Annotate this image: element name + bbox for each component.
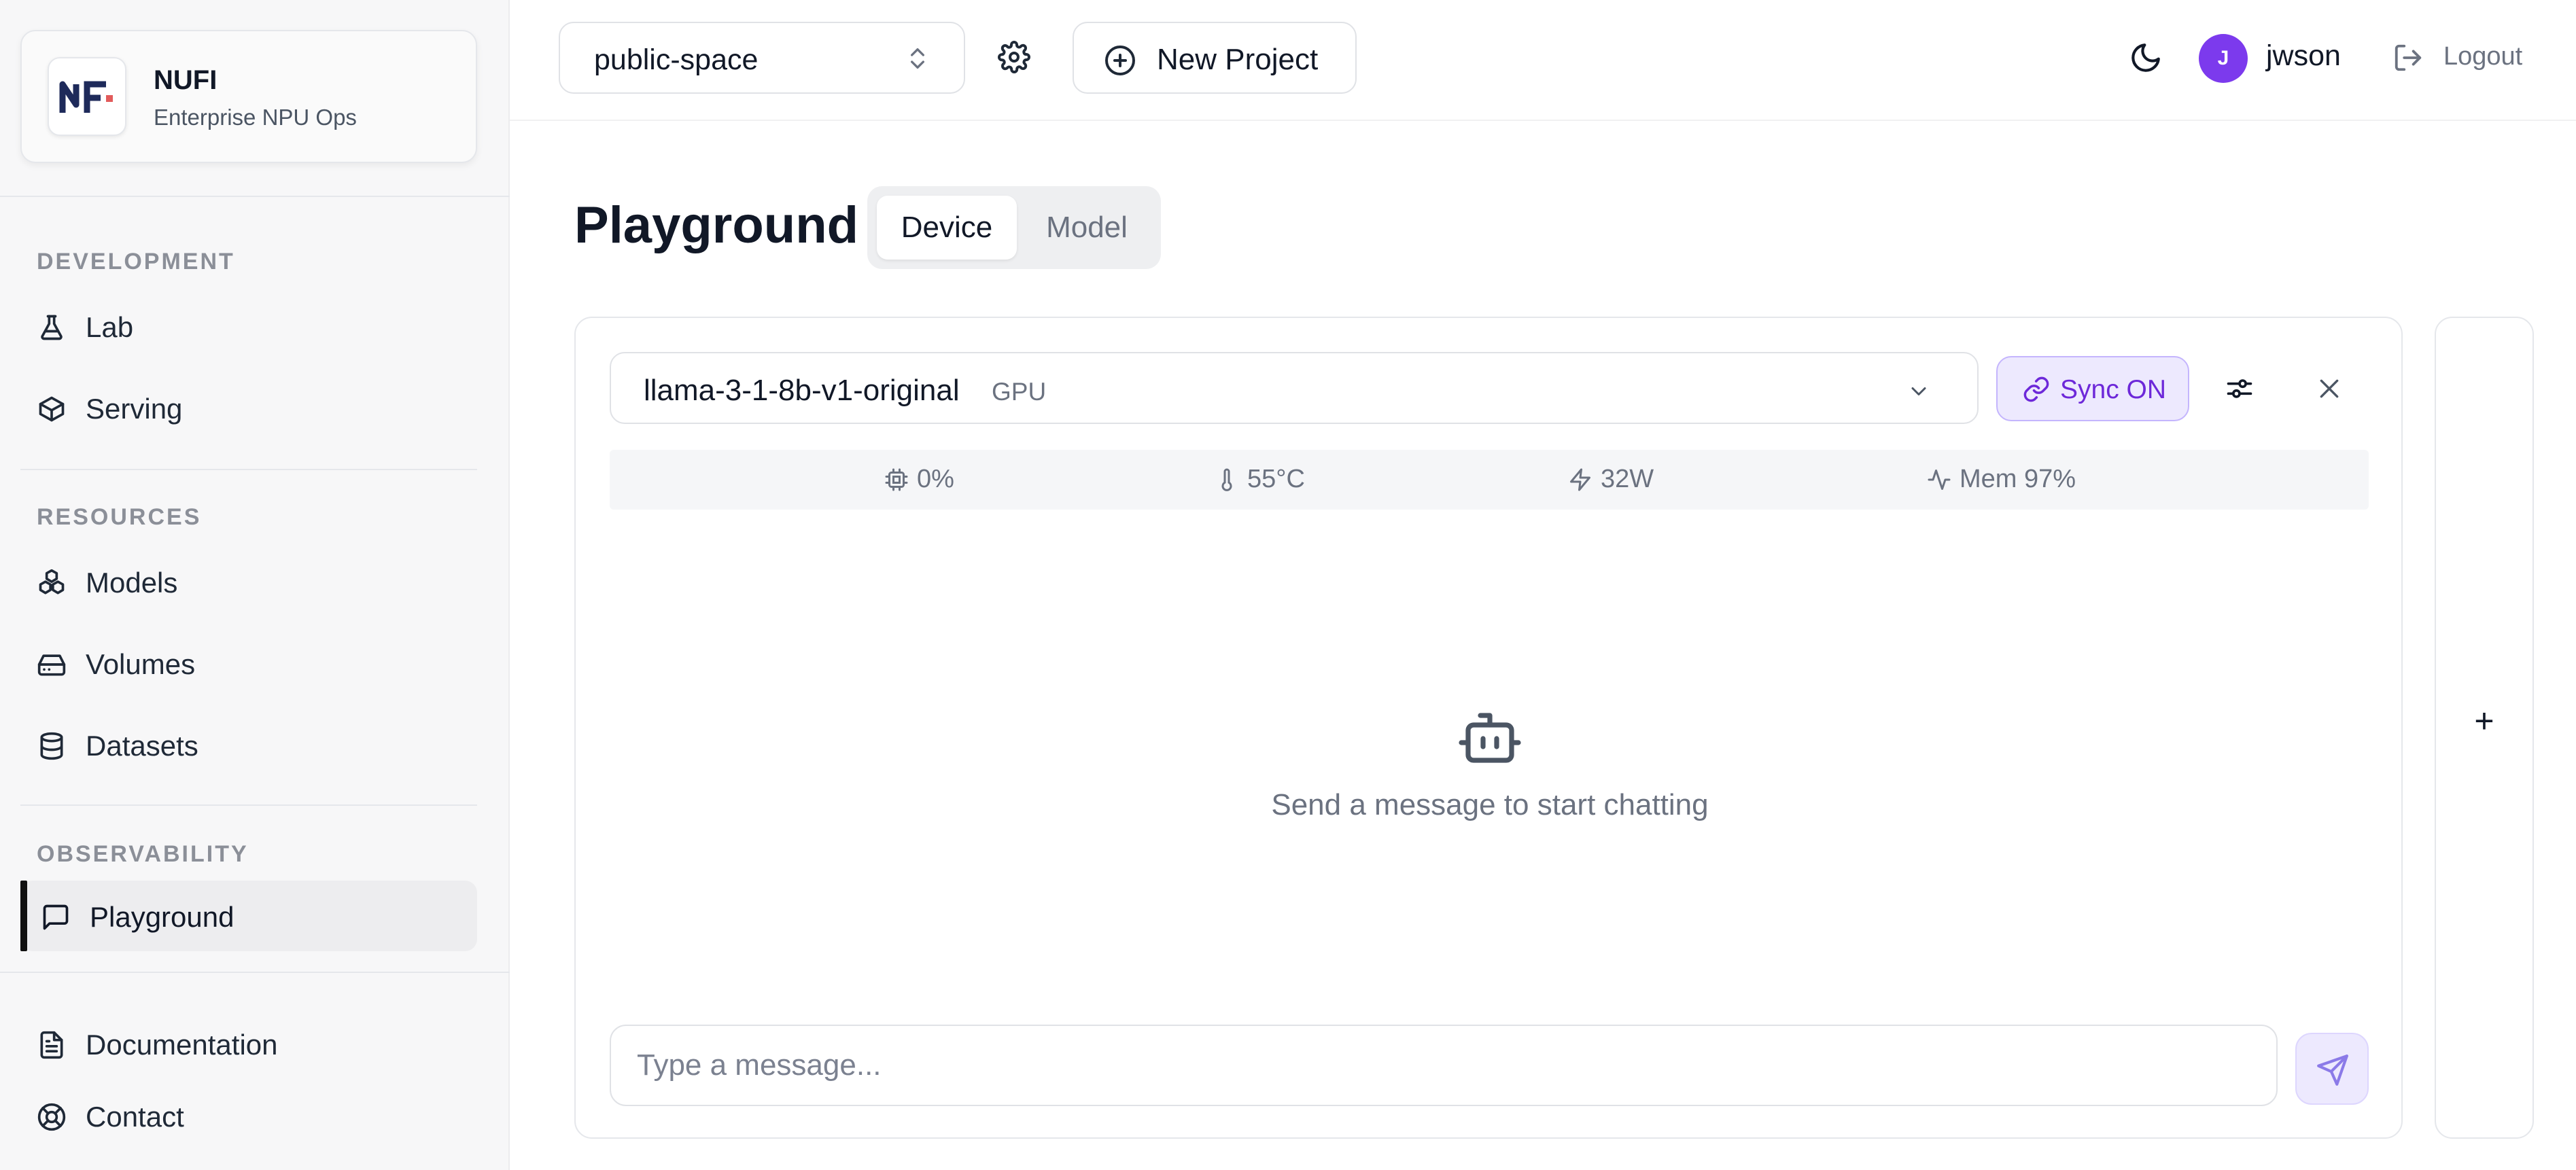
send-button[interactable] [2295, 1033, 2369, 1105]
sidebar-item-documentation[interactable]: Documentation [20, 1008, 477, 1079]
sidebar-item-label: Datasets [86, 730, 198, 762]
brand-subtitle: Enterprise NPU Ops [154, 105, 357, 130]
sidebar-item-label: Volumes [86, 648, 196, 680]
send-icon [2317, 1054, 2348, 1086]
project-select-value: public-space [594, 43, 759, 76]
sidebar-item-contact[interactable]: Contact [20, 1080, 477, 1151]
view-toggle: Device Model [867, 186, 1161, 269]
avatar[interactable]: J [2199, 34, 2248, 83]
nf-logo-icon [59, 81, 113, 113]
model-device-tag: GPU [992, 378, 1047, 406]
model-name: llama-3-1-8b-v1-original [644, 374, 960, 407]
message-square-icon [41, 902, 71, 932]
stat-value: 32W [1601, 465, 1654, 493]
sidebar-item-label: Serving [86, 393, 183, 425]
stat-value: Mem 97% [1960, 465, 2076, 493]
section-title-development: DEVELOPMENT [37, 249, 235, 274]
brand-logo [48, 57, 126, 136]
sidebar-item-label: Lab [86, 311, 134, 343]
section-title-observability: OBSERVABILITY [37, 841, 249, 867]
sidebar-divider [20, 804, 477, 806]
model-select[interactable]: llama-3-1-8b-v1-original GPU [610, 352, 1979, 424]
new-project-label: New Project [1157, 43, 1319, 76]
project-select[interactable]: public-space [559, 22, 965, 94]
sidebar-item-lab[interactable]: Lab [20, 291, 477, 361]
activity-icon [1927, 467, 1951, 492]
flask-icon [37, 313, 67, 342]
chevrons-up-down-icon [904, 45, 931, 72]
sidebar-item-serving[interactable]: Serving [20, 372, 477, 443]
sidebar-item-models[interactable]: Models [20, 546, 477, 617]
chat-panel: llama-3-1-8b-v1-original GPU Sync ON 0% … [574, 317, 2403, 1139]
logout-button[interactable]: Logout [2443, 42, 2522, 71]
sidebar-item-label: Contact [86, 1101, 184, 1133]
sidebar-item-datasets[interactable]: Datasets [20, 709, 477, 780]
sidebar-divider [0, 972, 510, 973]
add-chat-panel-button[interactable]: + [2435, 317, 2534, 1139]
sync-label: Sync ON [2060, 375, 2167, 404]
sidebar-divider [20, 469, 477, 470]
brand-name: NUFI [154, 65, 217, 95]
stat-value: 55°C [1247, 465, 1305, 493]
zap-icon [1568, 467, 1592, 492]
plus-circle-icon [1104, 44, 1136, 77]
sync-toggle-button[interactable]: Sync ON [1996, 356, 2189, 421]
page-title: Playground [574, 196, 859, 254]
file-text-icon [37, 1030, 67, 1060]
username[interactable]: jwson [2266, 39, 2341, 73]
sidebar-item-playground[interactable]: Playground [20, 881, 477, 951]
thermometer-icon [1215, 467, 1239, 492]
sidebar-item-label: Playground [90, 901, 234, 933]
close-icon[interactable] [2316, 375, 2343, 402]
new-project-button[interactable]: New Project [1073, 22, 1357, 94]
message-input[interactable] [610, 1025, 2278, 1106]
sidebar-divider [0, 196, 510, 197]
logout-icon[interactable] [2392, 42, 2424, 73]
boxes-icon [37, 568, 67, 598]
stat-value: 0% [917, 465, 954, 493]
gear-icon[interactable] [998, 41, 1030, 73]
active-indicator [20, 881, 27, 951]
database-icon [37, 731, 67, 761]
top-header: public-space New Project J jwson Logout [510, 0, 2576, 121]
link-icon [2022, 375, 2051, 404]
tab-device[interactable]: Device [877, 196, 1017, 260]
plus-icon: + [2474, 702, 2494, 740]
sidebar-item-label: Models [86, 567, 178, 599]
section-title-resources: RESOURCES [37, 504, 202, 530]
cpu-icon [884, 467, 909, 492]
box-icon [37, 394, 67, 424]
life-buoy-icon [37, 1102, 67, 1132]
sidebar-item-volumes[interactable]: Volumes [20, 628, 477, 698]
moon-icon[interactable] [2129, 41, 2163, 75]
tab-model[interactable]: Model [1022, 196, 1151, 260]
chevron-down-icon [1907, 379, 1931, 404]
device-stats-bar: 0% 55°C 32W Mem 97% [610, 450, 2369, 510]
hard-drive-icon [37, 650, 67, 679]
empty-state-message: Send a message to start chatting [1271, 788, 1709, 821]
sidebar-item-label: Documentation [86, 1029, 278, 1061]
bot-icon [1457, 711, 1522, 772]
sidebar: NUFI Enterprise NPU Ops DEVELOPMENT Lab … [0, 0, 510, 1170]
brand-card[interactable]: NUFI Enterprise NPU Ops [20, 30, 477, 163]
sliders-icon[interactable] [2225, 374, 2255, 404]
